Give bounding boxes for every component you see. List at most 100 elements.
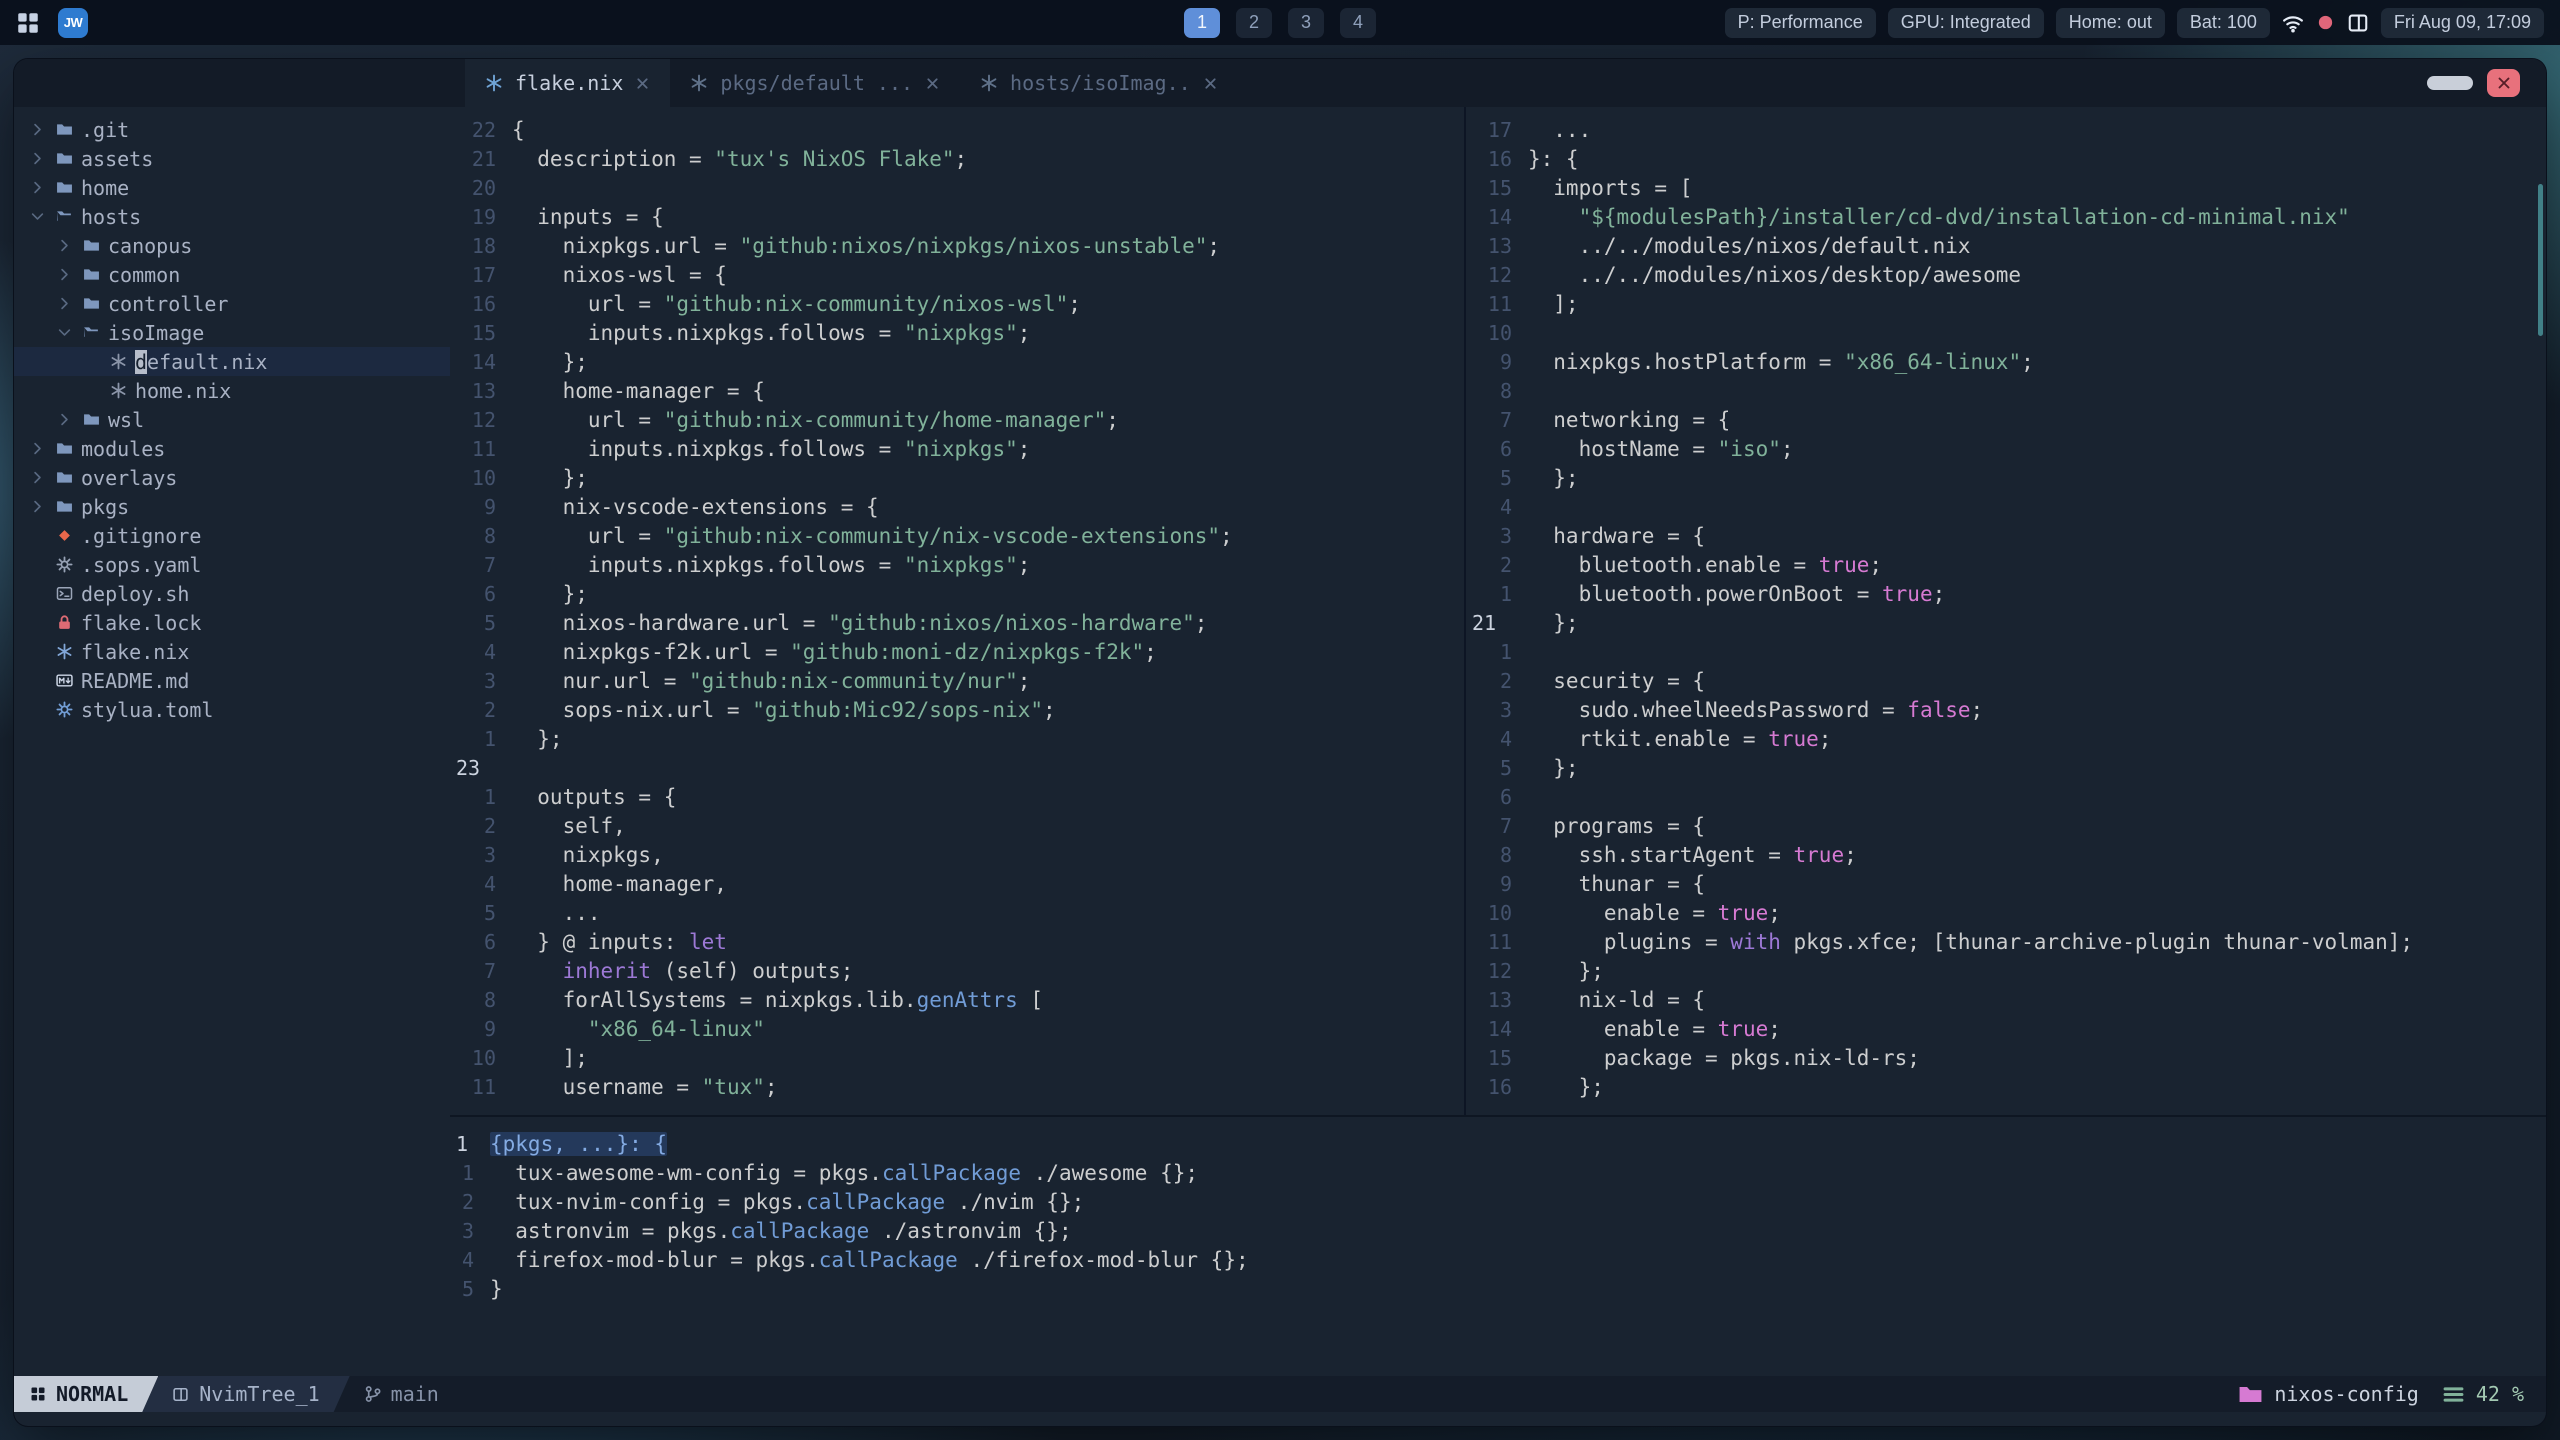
code-line[interactable]: 6 [1466, 782, 2546, 811]
code-line[interactable]: 8 ssh.startAgent = true; [1466, 840, 2546, 869]
code-line[interactable]: 5 }; [1466, 753, 2546, 782]
code-line[interactable]: 3 astronvim = pkgs.callPackage ./astronv… [450, 1216, 2546, 1245]
code-line[interactable]: 21 description = "tux's NixOS Flake"; [450, 144, 1464, 173]
tree-item-common[interactable]: common [14, 260, 450, 289]
code-line[interactable]: 7 inputs.nixpkgs.follows = "nixpkgs"; [450, 550, 1464, 579]
code-line[interactable]: 15 imports = [ [1466, 173, 2546, 202]
editor-pane-pkgs[interactable]: 1 {pkgs, ...}: {1 tux-awesome-wm-config =… [450, 1117, 2546, 1376]
code-line[interactable]: 9 nix-vscode-extensions = { [450, 492, 1464, 521]
tree-item-flake.nix[interactable]: flake.nix [14, 637, 450, 666]
code-line[interactable]: 6 hostName = "iso"; [1466, 434, 2546, 463]
code-line[interactable]: 4 nixpkgs-f2k.url = "github:moni-dz/nixp… [450, 637, 1464, 666]
code-line[interactable]: 15 inputs.nixpkgs.follows = "nixpkgs"; [450, 318, 1464, 347]
logo-badge[interactable]: JW [58, 7, 88, 38]
code-line[interactable]: 23 [450, 753, 1464, 782]
chevron-right-icon[interactable] [51, 297, 78, 310]
code-line[interactable]: 10 }; [450, 463, 1464, 492]
chevron-right-icon[interactable] [24, 442, 51, 455]
tree-item-default.nix[interactable]: default.nix [14, 347, 450, 376]
tab-close-icon[interactable] [1203, 76, 1218, 91]
code-line[interactable]: 2 security = { [1466, 666, 2546, 695]
tree-item-deploy.sh[interactable]: deploy.sh [14, 579, 450, 608]
chevron-down-icon[interactable] [24, 210, 51, 223]
code-line[interactable]: 11 plugins = with pkgs.xfce; [thunar-arc… [1466, 927, 2546, 956]
chevron-right-icon[interactable] [24, 181, 51, 194]
notification-dot-icon[interactable] [2316, 13, 2335, 32]
chevron-right-icon[interactable] [24, 123, 51, 136]
code-line[interactable]: 12 }; [1466, 956, 2546, 985]
tab-flake.nix[interactable]: flake.nix [465, 59, 671, 107]
close-button[interactable] [2487, 69, 2520, 97]
chevron-right-icon[interactable] [51, 239, 78, 252]
workspace-tag-4[interactable]: 4 [1340, 7, 1376, 38]
workspace-tag-3[interactable]: 3 [1288, 7, 1324, 38]
tree-item-home.nix[interactable]: home.nix [14, 376, 450, 405]
code-line[interactable]: 5} [450, 1274, 2546, 1303]
code-line[interactable]: 12 url = "github:nix-community/home-mana… [450, 405, 1464, 434]
tree-item-hosts[interactable]: hosts [14, 202, 450, 231]
code-line[interactable]: 5 ... [450, 898, 1464, 927]
tree-item-.sops.yaml[interactable]: .sops.yaml [14, 550, 450, 579]
code-line[interactable]: 14 }; [450, 347, 1464, 376]
code-line[interactable]: 8 url = "github:nix-community/nix-vscode… [450, 521, 1464, 550]
code-line[interactable]: 7 inherit (self) outputs; [450, 956, 1464, 985]
tree-item-stylua.toml[interactable]: stylua.toml [14, 695, 450, 724]
workspace-tag-2[interactable]: 2 [1236, 7, 1272, 38]
layout-indicator-icon[interactable] [2347, 12, 2369, 34]
tree-item-wsl[interactable]: wsl [14, 405, 450, 434]
code-line[interactable]: 11 inputs.nixpkgs.follows = "nixpkgs"; [450, 434, 1464, 463]
code-line[interactable]: 10 enable = true; [1466, 898, 2546, 927]
code-line[interactable]: 7 networking = { [1466, 405, 2546, 434]
code-line[interactable]: 1 outputs = { [450, 782, 1464, 811]
code-line[interactable]: 11 ]; [1466, 289, 2546, 318]
tree-item-.git[interactable]: .git [14, 115, 450, 144]
tree-item-pkgs[interactable]: pkgs [14, 492, 450, 521]
code-line[interactable]: 9 thunar = { [1466, 869, 2546, 898]
tree-item-modules[interactable]: modules [14, 434, 450, 463]
code-line[interactable]: 8 [1466, 376, 2546, 405]
code-line[interactable]: 5 }; [1466, 463, 2546, 492]
tab-hosts/isoImag..[interactable]: hosts/isoImag.. [960, 59, 1238, 107]
code-line[interactable]: 22 { [450, 115, 1464, 144]
code-line[interactable]: 4 home-manager, [450, 869, 1464, 898]
chevron-right-icon[interactable] [24, 152, 51, 165]
code-line[interactable]: 17 ... [1466, 115, 2546, 144]
code-line[interactable]: 12 ../../modules/nixos/desktop/awesome [1466, 260, 2546, 289]
tab-close-icon[interactable] [925, 76, 940, 91]
tree-item-home[interactable]: home [14, 173, 450, 202]
code-line[interactable]: 21 }; [1466, 608, 2546, 637]
tree-item-overlays[interactable]: overlays [14, 463, 450, 492]
code-line[interactable]: 13 ../../modules/nixos/default.nix [1466, 231, 2546, 260]
code-line[interactable]: 6 }; [450, 579, 1464, 608]
wifi-icon[interactable] [2282, 12, 2304, 34]
chevron-right-icon[interactable] [24, 500, 51, 513]
code-line[interactable]: 7 programs = { [1466, 811, 2546, 840]
code-line[interactable]: 11 username = "tux"; [450, 1072, 1464, 1101]
code-line[interactable]: 3 nixpkgs, [450, 840, 1464, 869]
code-line[interactable]: 1 bluetooth.powerOnBoot = true; [1466, 579, 2546, 608]
code-line[interactable]: 3 nur.url = "github:nix-community/nur"; [450, 666, 1464, 695]
code-line[interactable]: 14 "${modulesPath}/installer/cd-dvd/inst… [1466, 202, 2546, 231]
code-line[interactable]: 16 url = "github:nix-community/nixos-wsl… [450, 289, 1464, 318]
tree-item-README.md[interactable]: README.md [14, 666, 450, 695]
code-line[interactable]: 16 }; [1466, 1072, 2546, 1101]
code-line[interactable]: 4 firefox-mod-blur = pkgs.callPackage ./… [450, 1245, 2546, 1274]
chevron-right-icon[interactable] [51, 413, 78, 426]
code-line[interactable]: 20 [450, 173, 1464, 202]
editor-pane-flake[interactable]: 22{21 description = "tux's NixOS Flake";… [450, 107, 1464, 1115]
code-line[interactable]: 1 {pkgs, ...}: { [450, 1129, 2546, 1158]
code-line[interactable]: 2 bluetooth.enable = true; [1466, 550, 2546, 579]
code-line[interactable]: 13 nix-ld = { [1466, 985, 2546, 1014]
app-launcher-icon[interactable] [16, 11, 40, 35]
tree-item-.gitignore[interactable]: .gitignore [14, 521, 450, 550]
code-line[interactable]: 15 package = pkgs.nix-ld-rs; [1466, 1043, 2546, 1072]
code-line[interactable]: 16}: { [1466, 144, 2546, 173]
code-line[interactable]: 19 inputs = { [450, 202, 1464, 231]
minimize-button[interactable] [2427, 76, 2473, 90]
scrollbar[interactable] [2538, 184, 2543, 336]
code-line[interactable]: 2 sops-nix.url = "github:Mic92/sops-nix"… [450, 695, 1464, 724]
editor-pane-isoimage[interactable]: 17 ... 16}: {15 imports = [14 "${modulesP… [1464, 107, 2546, 1115]
code-line[interactable]: 2 self, [450, 811, 1464, 840]
code-line[interactable]: 2 tux-nvim-config = pkgs.callPackage ./n… [450, 1187, 2546, 1216]
code-line[interactable]: 1 tux-awesome-wm-config = pkgs.callPacka… [450, 1158, 2546, 1187]
